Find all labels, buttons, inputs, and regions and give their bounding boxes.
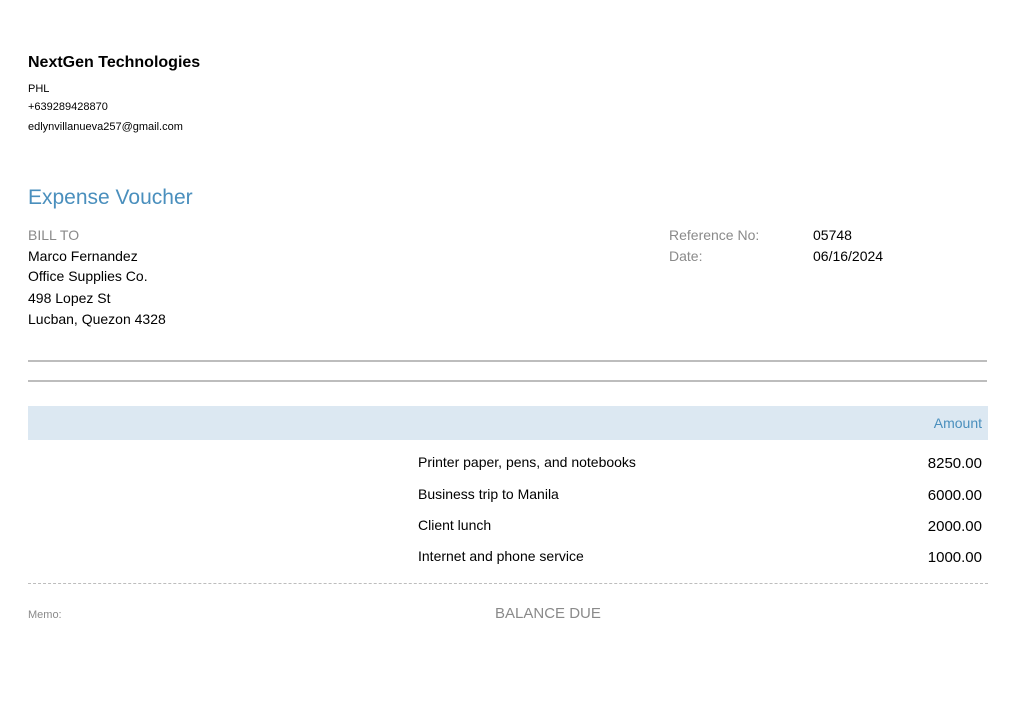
amount-column-header: Amount <box>933 415 982 431</box>
table-header: Amount <box>28 406 988 440</box>
date-label: Date: <box>669 248 703 264</box>
bill-to-name: Marco Fernandez <box>28 248 138 264</box>
row-amount: 2000.00 <box>927 518 982 535</box>
bill-to-street: 498 Lopez St <box>28 290 111 306</box>
divider-top <box>28 360 987 362</box>
document-title: Expense Voucher <box>28 186 193 209</box>
date-value: 06/16/2024 <box>813 248 884 264</box>
reference-value: 05748 <box>813 227 852 243</box>
row-amount: 6000.00 <box>927 487 982 504</box>
table-row: Business trip to Manila 6000.00 <box>28 486 988 510</box>
table-row: Client lunch 2000.00 <box>28 517 988 541</box>
row-description: Client lunch <box>418 517 492 533</box>
bill-to-city: Lucban, Quezon 4328 <box>28 311 166 327</box>
company-country: PHL <box>28 83 50 95</box>
dashed-separator <box>28 583 988 584</box>
company-phone: +639289428870 <box>28 101 108 113</box>
row-amount: 1000.00 <box>927 549 982 566</box>
memo-label: Memo: <box>28 609 62 621</box>
divider-bottom <box>28 380 987 382</box>
bill-to-label: BILL TO <box>28 227 80 243</box>
row-amount: 8250.00 <box>927 455 982 472</box>
table-row: Internet and phone service 1000.00 <box>28 548 988 572</box>
reference-label: Reference No: <box>669 227 760 243</box>
row-description: Printer paper, pens, and notebooks <box>418 454 636 470</box>
company-name: NextGen Technologies <box>28 54 201 71</box>
table-row: Printer paper, pens, and notebooks 8250.… <box>28 454 988 478</box>
bill-to-company: Office Supplies Co. <box>28 268 148 284</box>
row-description: Business trip to Manila <box>418 486 559 502</box>
balance-due-label: BALANCE DUE <box>495 605 601 622</box>
company-email: edlynvillanueva257@gmail.com <box>28 121 183 133</box>
row-description: Internet and phone service <box>418 548 584 564</box>
